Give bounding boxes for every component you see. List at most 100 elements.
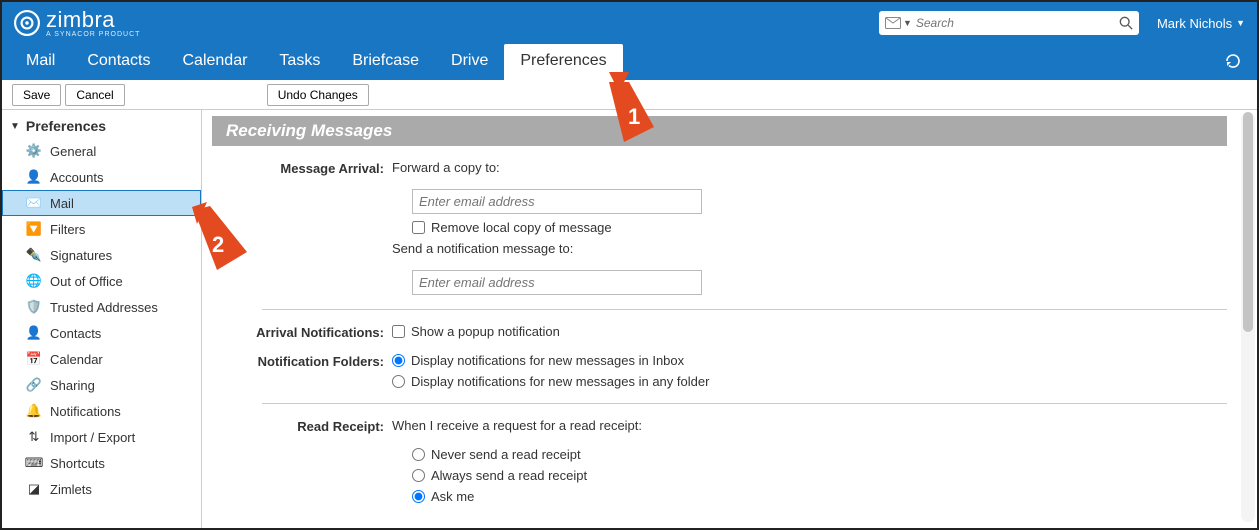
- logo-tagline: A SYNACOR PRODUCT: [46, 31, 140, 38]
- receipt-never-label: Never send a read receipt: [431, 447, 581, 462]
- sidebar-item-notifications[interactable]: 🔔Notifications: [2, 398, 201, 424]
- sidebar-item-trusted-addresses[interactable]: 🛡️ Trusted Addresses: [2, 294, 201, 320]
- receipt-ask-row[interactable]: Ask me: [412, 489, 1227, 504]
- main-area: ▼ Preferences ⚙️General 👤 Accounts ✉️ Mail 🔽 F…: [2, 110, 1257, 528]
- sidebar-item-label: Import / Export: [50, 430, 135, 445]
- sidebar-item-label: Trusted Addresses: [50, 300, 158, 315]
- sidebar-item-label: Accounts: [50, 170, 103, 185]
- remove-local-copy-label: Remove local copy of message: [431, 220, 612, 235]
- sign-icon: ✒️: [26, 247, 42, 263]
- sidebar-item-filters[interactable]: 🔽 Filters: [2, 216, 201, 242]
- sidebar-item-shortcuts[interactable]: ⌨ Shortcuts: [2, 450, 201, 476]
- refresh-button[interactable]: [1217, 45, 1249, 80]
- logo-text: zimbra: [46, 9, 140, 31]
- sidebar-item-mail[interactable]: ✉️ Mail: [2, 190, 201, 216]
- notif-any-label: Display notifications for new messages i…: [411, 374, 709, 389]
- user-menu[interactable]: Mark Nichols ▼: [1157, 16, 1245, 31]
- tab-bar: Mail Contacts Calendar Tasks Briefcase D…: [2, 44, 1257, 80]
- sidebar-item-zimlets[interactable]: ◪ Zimlets: [2, 476, 201, 502]
- tab-tasks[interactable]: Tasks: [263, 44, 336, 80]
- sidebar-item-import-export[interactable]: ⇅ Import / Export: [2, 424, 201, 450]
- label-forward-copy: Forward a copy to:: [392, 160, 1227, 175]
- zimlet-icon: ◪: [26, 481, 42, 497]
- logo: zimbra A SYNACOR PRODUCT: [14, 9, 140, 38]
- sidebar-item-label: Shortcuts: [50, 456, 105, 471]
- contact-icon: 👤: [26, 325, 42, 341]
- tab-preferences[interactable]: Preferences: [504, 44, 622, 80]
- collapse-icon: ▼: [10, 121, 20, 132]
- receipt-always-label: Always send a read receipt: [431, 468, 587, 483]
- share-icon: 🔗: [26, 377, 42, 393]
- content-panel: Receiving Messages Message Arrival: Forw…: [202, 110, 1257, 528]
- sidebar-header[interactable]: ▼ Preferences: [2, 114, 201, 138]
- filter-icon: 🔽: [26, 221, 42, 237]
- label-notification-folders: Notification Folders:: [212, 353, 392, 369]
- notif-any-row[interactable]: Display notifications for new messages i…: [392, 374, 1227, 389]
- undo-changes-button[interactable]: Undo Changes: [267, 84, 369, 106]
- receipt-never-row[interactable]: Never send a read receipt: [412, 447, 1227, 462]
- receipt-ask-radio[interactable]: [412, 490, 425, 503]
- receipt-ask-label: Ask me: [431, 489, 474, 504]
- forward-address-input[interactable]: [412, 189, 702, 214]
- scrollbar[interactable]: [1241, 112, 1255, 522]
- sidebar-item-signatures[interactable]: ✒️ Signatures: [2, 242, 201, 268]
- sidebar-item-general[interactable]: ⚙️General: [2, 138, 201, 164]
- label-read-receipt: Read Receipt:: [212, 418, 392, 434]
- sidebar-item-out-of-office[interactable]: 🌐 Out of Office: [2, 268, 201, 294]
- mail-icon: ✉️: [26, 195, 42, 211]
- section-title: Receiving Messages: [212, 116, 1227, 146]
- shield-icon: 🛡️: [26, 299, 42, 315]
- remove-local-copy-row[interactable]: Remove local copy of message: [412, 220, 1227, 235]
- zimbra-logo-icon: [14, 10, 40, 36]
- remove-local-copy-checkbox[interactable]: [412, 221, 425, 234]
- divider: [262, 309, 1227, 310]
- refresh-icon: [1225, 53, 1241, 69]
- tab-briefcase[interactable]: Briefcase: [336, 44, 435, 80]
- sidebar-item-label: Contacts: [50, 326, 101, 341]
- sidebar-item-accounts[interactable]: 👤 Accounts: [2, 164, 201, 190]
- tab-contacts[interactable]: Contacts: [71, 44, 166, 80]
- import-icon: ⇅: [26, 429, 42, 445]
- sidebar-item-label: Sharing: [50, 378, 95, 393]
- notification-address-input[interactable]: [412, 270, 702, 295]
- sidebar-item-label: Signatures: [50, 248, 112, 263]
- sidebar-item-label: Mail: [50, 196, 74, 211]
- sidebar-item-label: Out of Office: [50, 274, 123, 289]
- sidebar-item-label: Filters: [50, 222, 85, 237]
- mail-icon: [885, 16, 901, 30]
- search-input[interactable]: [916, 16, 1119, 30]
- popup-notification-checkbox[interactable]: [392, 325, 405, 338]
- sidebar-item-sharing[interactable]: 🔗 Sharing: [2, 372, 201, 398]
- chevron-down-icon: ▼: [1236, 18, 1245, 28]
- shortcut-icon: ⌨: [26, 455, 42, 471]
- receipt-always-row[interactable]: Always send a read receipt: [412, 468, 1227, 483]
- notif-any-radio[interactable]: [392, 375, 405, 388]
- search-box[interactable]: ▼: [879, 11, 1139, 35]
- tab-drive[interactable]: Drive: [435, 44, 504, 80]
- search-icon[interactable]: [1119, 16, 1133, 30]
- receipt-always-radio[interactable]: [412, 469, 425, 482]
- label-message-arrival: Message Arrival:: [212, 160, 392, 176]
- notif-inbox-row[interactable]: Display notifications for new messages i…: [392, 353, 1227, 368]
- popup-notification-row[interactable]: Show a popup notification: [392, 324, 1227, 339]
- user-icon: 👤: [26, 169, 42, 185]
- tab-calendar[interactable]: Calendar: [166, 44, 263, 80]
- save-button[interactable]: Save: [12, 84, 61, 106]
- sidebar-item-calendar[interactable]: 📅Calendar: [2, 346, 201, 372]
- read-receipt-intro: When I receive a request for a read rece…: [392, 418, 1227, 433]
- sidebar-item-label: General: [50, 144, 96, 159]
- scrollbar-thumb[interactable]: [1243, 112, 1253, 332]
- globe-icon: 🌐: [26, 273, 42, 289]
- tab-mail[interactable]: Mail: [10, 44, 71, 80]
- label-send-notification: Send a notification message to:: [392, 241, 1227, 256]
- user-name: Mark Nichols: [1157, 16, 1232, 31]
- search-scope-caret-icon[interactable]: ▼: [903, 18, 912, 28]
- notif-inbox-label: Display notifications for new messages i…: [411, 353, 684, 368]
- sidebar-item-label: Zimlets: [50, 482, 92, 497]
- divider: [262, 403, 1227, 404]
- sidebar-title: Preferences: [26, 118, 106, 134]
- receipt-never-radio[interactable]: [412, 448, 425, 461]
- notif-inbox-radio[interactable]: [392, 354, 405, 367]
- sidebar-item-contacts[interactable]: 👤 Contacts: [2, 320, 201, 346]
- cancel-button[interactable]: Cancel: [65, 84, 124, 106]
